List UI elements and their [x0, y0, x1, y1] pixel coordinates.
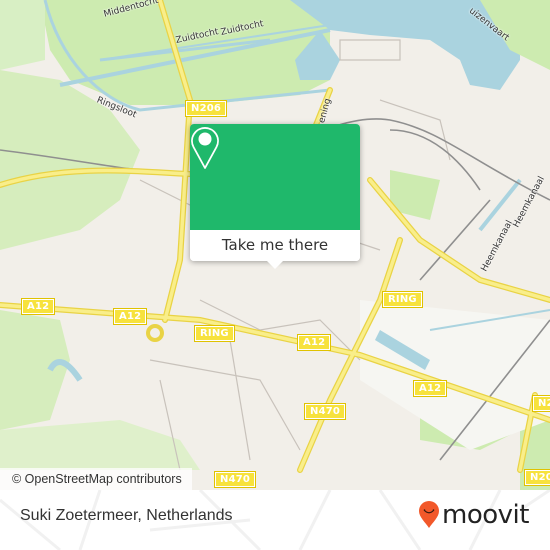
road-shield-ring: RING	[382, 291, 423, 308]
road-shield-a12: A12	[112, 308, 148, 325]
map[interactable]: N206 A12 A12 RING RING A12 A12 N470 N470…	[0, 0, 550, 490]
take-me-there-button[interactable]: Take me there	[190, 230, 360, 261]
location-pin-icon	[191, 127, 219, 169]
road-shield-a12: A12	[296, 334, 332, 351]
moovit-logo[interactable]: moovit	[418, 500, 529, 530]
moovit-pin-icon	[419, 501, 439, 528]
road-shield-a12: A12	[412, 380, 448, 397]
footer: Suki Zoetermeer, Netherlands moovit	[0, 490, 550, 550]
road-shield-n209: N209	[523, 469, 550, 486]
location-popup: Take me there	[190, 124, 360, 269]
popup-pointer	[267, 261, 283, 269]
road-shield-n2: N2	[532, 395, 550, 412]
road-shield-n470: N470	[303, 403, 347, 420]
popup-header	[190, 124, 360, 230]
moovit-wordmark: moovit	[442, 500, 529, 530]
map-attribution[interactable]: © OpenStreetMap contributors	[0, 468, 192, 490]
road-shield-ring: RING	[194, 325, 235, 342]
road-shield-n470: N470	[213, 471, 257, 488]
road-shield-n206: N206	[184, 100, 228, 117]
road-shield-a12: A12	[20, 298, 56, 315]
place-name: Suki Zoetermeer, Netherlands	[20, 507, 233, 524]
